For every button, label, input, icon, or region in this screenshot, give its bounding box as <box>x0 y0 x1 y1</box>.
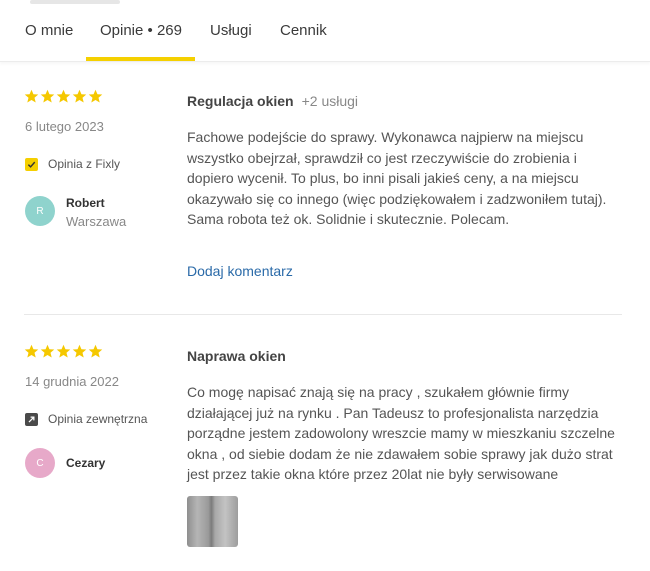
tab-cennik[interactable]: Cennik <box>280 22 327 39</box>
review-text: Co mogę napisać znają się na pracy , szu… <box>187 384 615 482</box>
rating-stars <box>24 89 103 105</box>
review-title: Naprawa okien <box>187 348 286 364</box>
tab-o-mnie[interactable]: O mnie <box>25 22 73 39</box>
review-service: Naprawa okien <box>187 348 286 364</box>
checkbox-checked-icon <box>25 157 38 171</box>
extra-services[interactable]: +2 usługi <box>302 93 358 109</box>
review-source: Opinia zewnętrzna <box>25 411 147 427</box>
active-tab-indicator <box>86 57 195 61</box>
review-service: Regulacja okien <box>187 93 294 109</box>
review-date: 6 lutego 2023 <box>25 119 104 134</box>
star-icon <box>72 89 87 103</box>
add-comment-link[interactable]: Dodaj komentarz <box>187 263 293 279</box>
star-icon <box>56 89 71 103</box>
star-icon <box>40 344 55 358</box>
avatar: R <box>25 196 55 226</box>
review-source-label: Opinia z Fixly <box>48 157 121 171</box>
review-title: Regulacja okien +2 usługi <box>187 93 358 109</box>
star-icon <box>88 344 103 358</box>
star-icon <box>24 89 39 103</box>
author-name: Robert <box>66 196 105 210</box>
star-icon <box>72 344 87 358</box>
tab-opinie[interactable]: Opinie • 269 <box>100 22 182 39</box>
star-icon <box>56 344 71 358</box>
rating-stars <box>24 344 103 360</box>
top-nav: O mnie Opinie • 269 Usługi Cennik <box>0 0 650 62</box>
review-source: Opinia z Fixly <box>25 156 120 172</box>
review-source-label: Opinia zewnętrzna <box>48 412 148 426</box>
review-photo-thumbnail[interactable] <box>187 496 238 547</box>
star-icon <box>88 89 103 103</box>
star-icon <box>40 89 55 103</box>
avatar: C <box>25 448 55 478</box>
tab-uslugi[interactable]: Usługi <box>210 22 252 39</box>
review-text: Fachowe podejście do sprawy. Wykonawca n… <box>187 129 607 227</box>
star-icon <box>24 344 39 358</box>
external-link-icon <box>25 412 38 426</box>
review-date: 14 grudnia 2022 <box>25 374 119 389</box>
author-name: Cezary <box>66 456 106 470</box>
review-divider <box>24 314 622 315</box>
author-city: Warszawa <box>66 214 127 229</box>
cut-off-header-element <box>30 0 120 4</box>
